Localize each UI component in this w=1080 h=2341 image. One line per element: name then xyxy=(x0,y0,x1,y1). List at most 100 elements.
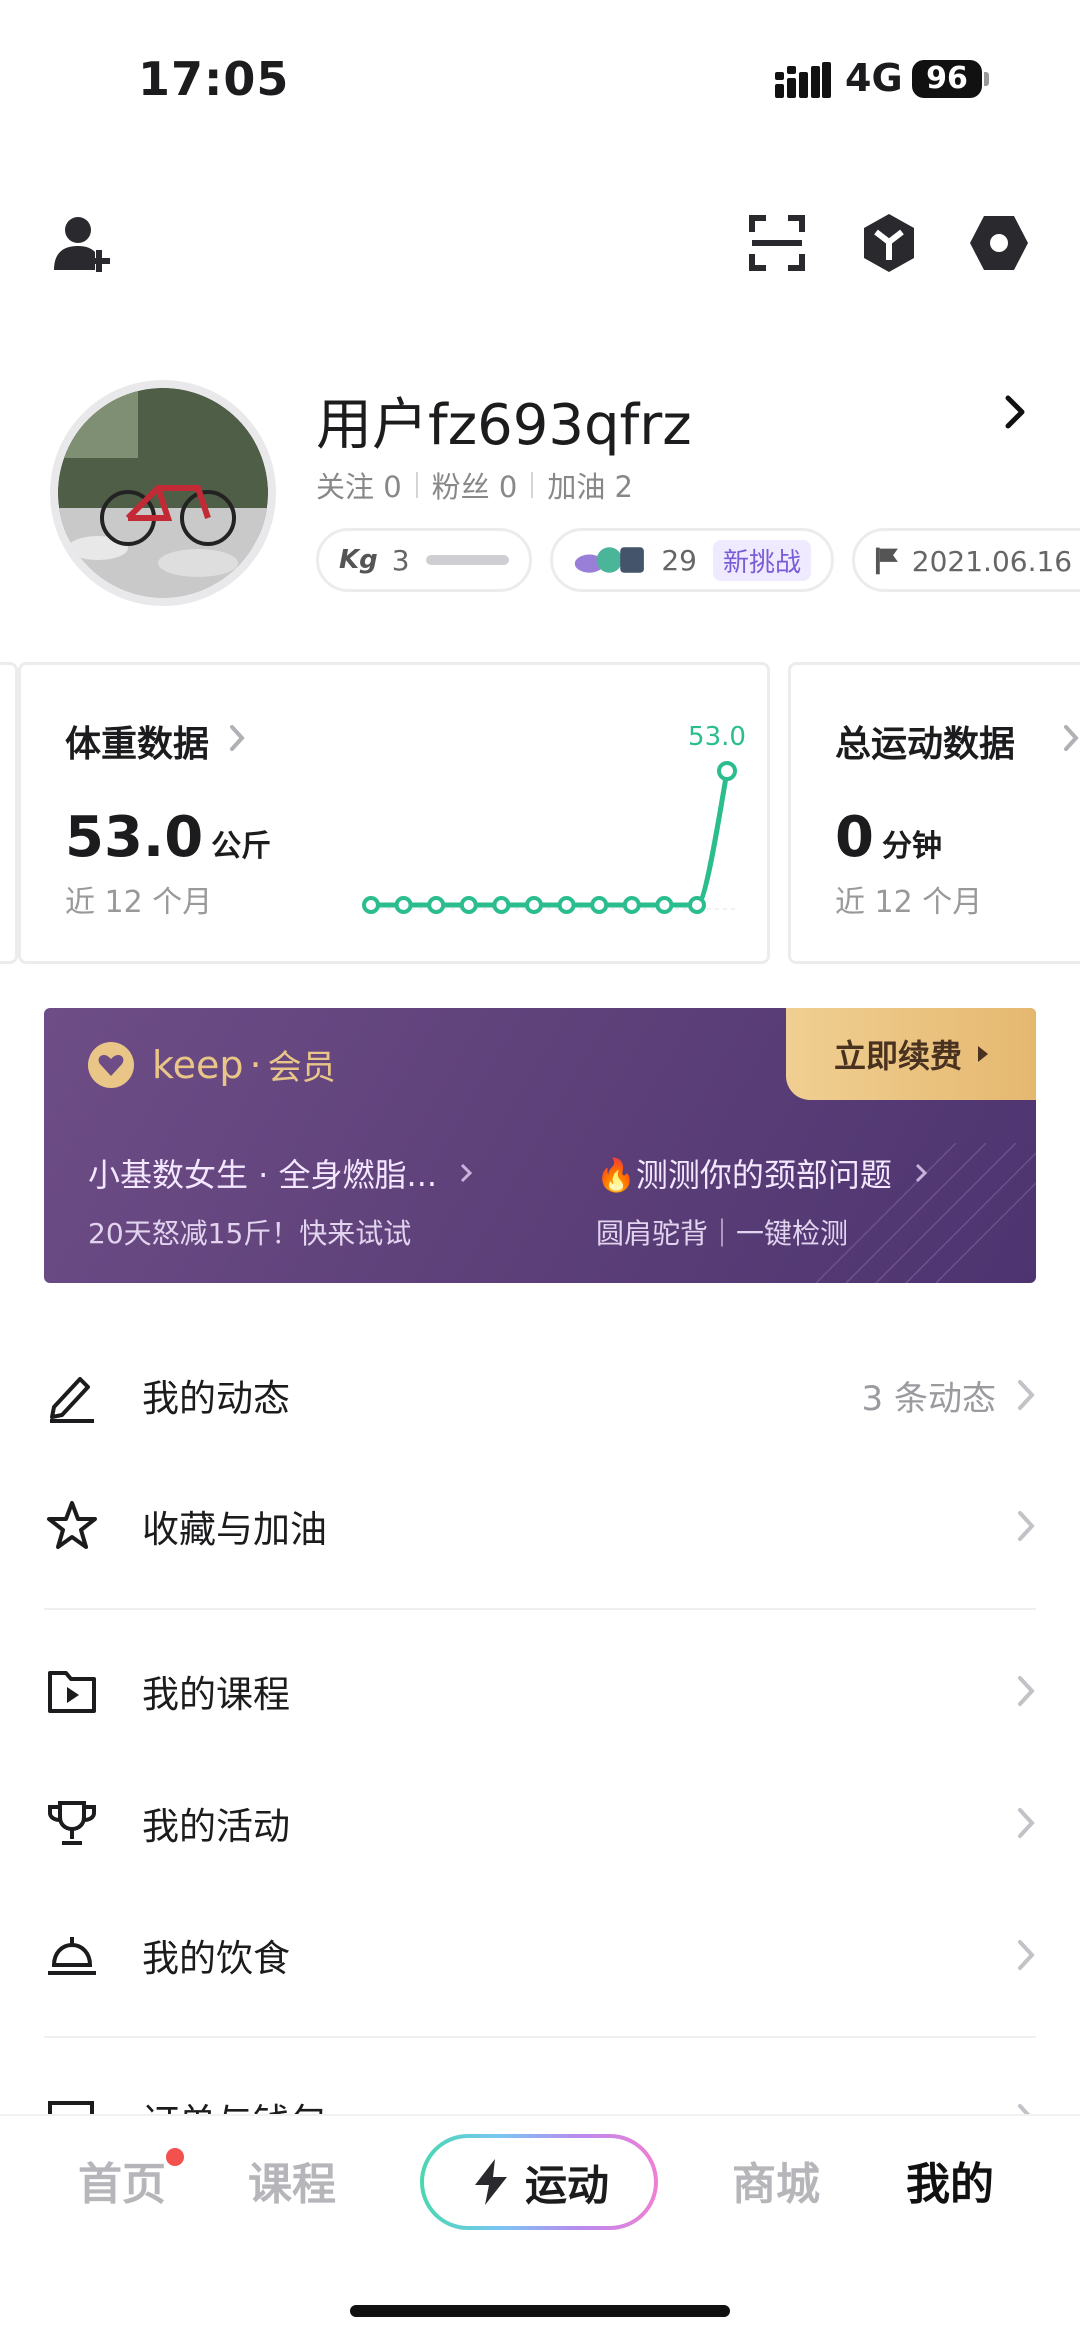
fans-count[interactable]: 粉丝 0 xyxy=(432,464,518,506)
weight-chart: 53.0 xyxy=(362,722,746,914)
nav-sport-label: 运动 xyxy=(524,2160,609,2210)
weight-point xyxy=(525,896,543,914)
menu-divider xyxy=(44,1608,1036,1610)
weight-point xyxy=(717,761,737,781)
nav-home-badge xyxy=(166,2148,184,2166)
vip-banner[interactable]: keep · 会员 立即续费 小基数女生 · 全身燃脂... 20天怒减15斤！… xyxy=(44,1008,1036,1283)
network-type: 4G xyxy=(845,56,903,100)
weight-card[interactable]: 体重数据 53.0 公斤 近 12 个月 53.0 xyxy=(18,662,770,964)
total-card-chevron-icon xyxy=(1064,725,1079,751)
battery-indicator: 96 xyxy=(912,60,982,98)
join-date-pill[interactable]: 2021.06.16 加 xyxy=(852,528,1080,592)
home-indicator xyxy=(350,2305,730,2317)
posts-count: 3 条动态 xyxy=(861,1378,996,1419)
menu-item-favorites[interactable]: 收藏与加油 xyxy=(44,1481,1036,1571)
flag-icon xyxy=(875,547,898,575)
weight-point xyxy=(688,896,706,914)
username[interactable]: 用户fz693qfrz xyxy=(316,380,692,461)
lightning-icon xyxy=(474,2159,507,2205)
renew-button[interactable]: 立即续费 xyxy=(786,1008,1036,1100)
profile-stats: 关注 0 粉丝 0 加油 2 xyxy=(316,464,633,506)
menu-label-courses: 我的课程 xyxy=(142,1673,290,1716)
chart-latest-label: 53.0 xyxy=(688,722,746,752)
menu-label-posts: 我的动态 xyxy=(142,1377,290,1420)
vip-heart-icon xyxy=(88,1041,134,1088)
signal-icon xyxy=(775,62,831,98)
vip-logo: keep · 会员 xyxy=(88,1040,336,1089)
edit-icon xyxy=(50,1377,94,1423)
new-challenge-tag: 新挑战 xyxy=(712,539,811,581)
nav-mine[interactable]: 我的 xyxy=(906,2148,994,2212)
vip-item-2-chevron-icon xyxy=(915,1163,927,1183)
vip-item-2-subtitle: 圆肩驼背｜一键检测 xyxy=(596,1217,849,1250)
trophy-icon xyxy=(48,1801,96,1845)
chevron-right-icon xyxy=(1018,1511,1035,1541)
weight-point xyxy=(492,896,511,914)
total-card-title: 总运动数据 xyxy=(835,724,1016,765)
settings-icon[interactable] xyxy=(966,210,1032,276)
kg-level-pill[interactable]: Kg 3 xyxy=(316,528,532,592)
weight-unit: 公斤 xyxy=(211,829,272,864)
weight-point xyxy=(655,896,674,914)
weight-point xyxy=(362,896,380,914)
total-number: 0 xyxy=(835,805,874,870)
menu-label-activities: 我的活动 xyxy=(142,1805,290,1848)
nav-home[interactable]: 首页 xyxy=(78,2148,166,2212)
renew-arrow-icon xyxy=(978,1046,988,1062)
menu-item-diet[interactable]: 我的饮食 xyxy=(44,1910,1036,2000)
total-unit: 分钟 xyxy=(881,829,942,864)
vip-item-1[interactable]: 小基数女生 · 全身燃脂... xyxy=(88,1150,473,1196)
weight-point xyxy=(427,896,446,914)
weight-period: 近 12 个月 xyxy=(65,885,213,920)
nav-courses[interactable]: 课程 xyxy=(248,2148,336,2212)
menu-label-diet: 我的饮食 xyxy=(142,1937,290,1980)
weight-point xyxy=(394,896,413,914)
chevron-right-icon xyxy=(1018,1380,1035,1410)
star-icon xyxy=(47,1501,97,1549)
menu-item-courses[interactable]: 我的课程 xyxy=(44,1646,1036,1736)
total-period: 近 12 个月 xyxy=(835,885,983,920)
nav-sport-button[interactable]: 运动 xyxy=(420,2134,658,2230)
vip-item-1-title: 小基数女生 · 全身燃脂... xyxy=(88,1156,438,1194)
menu-item-activities[interactable]: 我的活动 xyxy=(44,1778,1036,1868)
renew-label: 立即续费 xyxy=(833,1037,962,1075)
challenge-count: 29 xyxy=(661,543,697,577)
vip-item-2-title: 🔥测测你的颈部问题 xyxy=(596,1156,892,1194)
weight-card-title: 体重数据 xyxy=(65,724,210,765)
nav-mall[interactable]: 商城 xyxy=(732,2148,820,2212)
status-time: 17:05 xyxy=(138,52,290,106)
total-value: 0 分钟 xyxy=(835,805,942,870)
previous-card-edge xyxy=(0,662,18,964)
kg-level: 3 xyxy=(391,543,410,577)
menu-item-posts[interactable]: 我的动态 3 条动态 xyxy=(44,1350,1036,1440)
stats-divider xyxy=(531,472,534,498)
weight-value: 53.0 公斤 xyxy=(65,805,271,870)
add-friend-icon[interactable] xyxy=(50,210,116,276)
keep-store-icon[interactable] xyxy=(856,210,922,276)
vip-item-2[interactable]: 🔥测测你的颈部问题 xyxy=(596,1150,928,1196)
total-exercise-card[interactable]: 总运动数据 0 分钟 近 12 个月 xyxy=(788,662,1080,964)
challenge-badges-icon xyxy=(574,547,644,573)
challenge-pill[interactable]: 29 新挑战 xyxy=(550,528,834,592)
chevron-right-icon xyxy=(1018,1940,1035,1970)
weight-point xyxy=(459,896,478,914)
vip-item-1-subtitle: 20天怒减15斤！快来试试 xyxy=(88,1217,412,1250)
menu-label-favorites: 收藏与加油 xyxy=(142,1508,327,1551)
weight-card-chevron-icon xyxy=(230,725,245,751)
kg-progress-bar xyxy=(425,555,509,565)
food-cloche-icon xyxy=(48,1937,96,1975)
vip-dot: · xyxy=(249,1042,262,1087)
cheers-count[interactable]: 加油 2 xyxy=(547,464,633,506)
weight-point xyxy=(590,896,609,914)
weight-point xyxy=(557,896,576,914)
avatar[interactable] xyxy=(50,380,276,606)
chevron-right-icon xyxy=(1018,1808,1035,1838)
weight-number: 53.0 xyxy=(65,805,204,870)
vip-brand: keep xyxy=(152,1042,244,1087)
following-count[interactable]: 关注 0 xyxy=(316,464,402,506)
vip-item-1-chevron-icon xyxy=(460,1163,473,1183)
chevron-right-icon xyxy=(1018,1676,1035,1706)
kg-badge: Kg xyxy=(339,545,378,575)
profile-chevron-icon[interactable] xyxy=(1000,392,1030,432)
scan-icon[interactable] xyxy=(744,210,810,276)
